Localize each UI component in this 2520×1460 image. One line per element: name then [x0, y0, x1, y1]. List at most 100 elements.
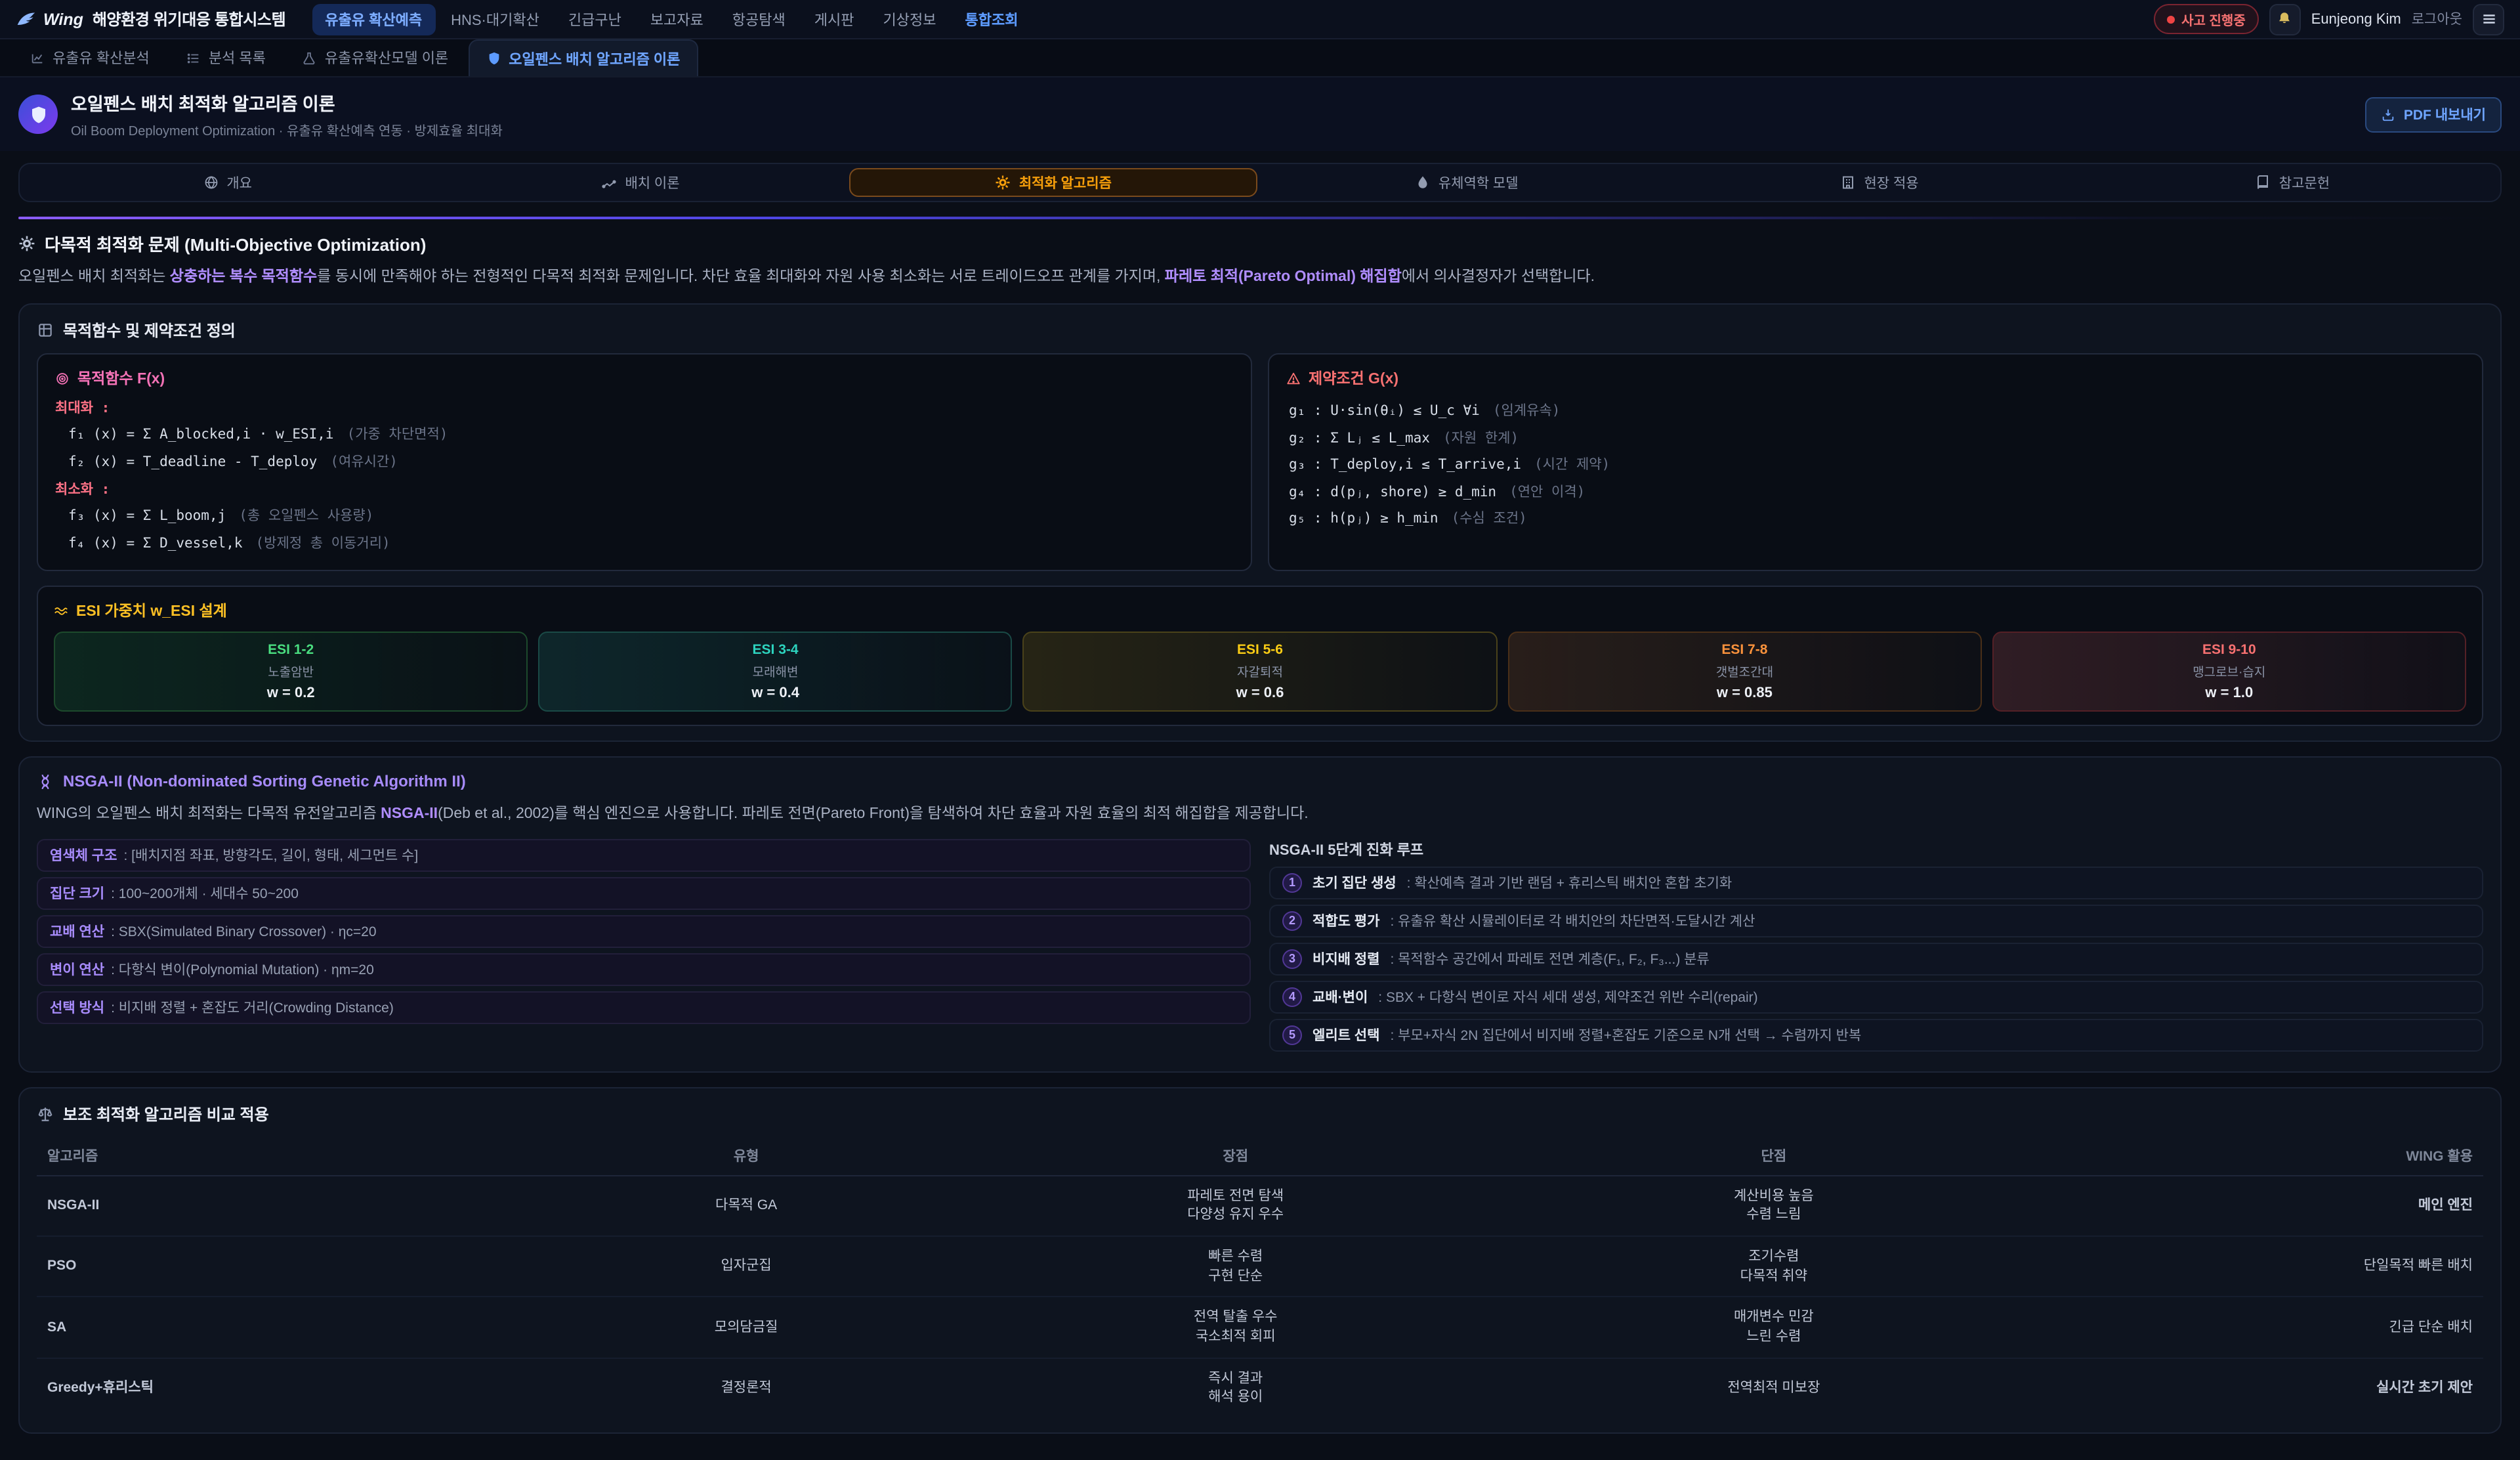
shield-icon	[28, 104, 48, 124]
cell-algorithm: NSGA-II	[37, 1175, 526, 1236]
section-tab-label: 현장 적용	[1864, 173, 1918, 192]
param-value: : SBX(Simulated Binary Crossover) · ηc=2…	[111, 924, 376, 939]
step-number-badge: 4	[1282, 987, 1302, 1006]
globe-icon	[203, 175, 219, 190]
app-logo[interactable]: Wing 해양환경 위기대응 통합시스템	[16, 8, 285, 30]
esi-range: ESI 1-2	[63, 643, 518, 658]
cell-cons: 계산비용 높음 수렴 느림	[1505, 1175, 2043, 1236]
building-icon	[1840, 175, 1856, 190]
chart-icon	[30, 51, 45, 65]
step-label: 적합도 평가	[1312, 911, 1379, 930]
pdf-button-label: PDF 내보내기	[2404, 104, 2486, 124]
esi-title-text: ESI 가중치 w_ESI 설계	[76, 601, 227, 622]
tab-spill-analysis[interactable]: 유출유 확산분석	[13, 39, 167, 76]
card-title-text: NSGA-II (Non-dominated Sorting Genetic A…	[63, 773, 466, 791]
esi-range: ESI 7-8	[1517, 643, 1972, 658]
algorithm-comparison-card: 보조 최적화 알고리즘 비교 적용 알고리즘 유형 장점 단점 WING 활용 …	[18, 1086, 2502, 1434]
nav-item-integrated-view[interactable]: 통합조회	[952, 3, 1031, 35]
esi-grid: ESI 1-2 노출암반 w = 0.2 ESI 3-4 모래해변 w = 0.…	[54, 632, 2466, 712]
wing-logo-icon	[16, 9, 37, 30]
page-subtitle: Oil Boom Deployment Optimization · 유출유 확…	[71, 119, 503, 139]
esi-cell: ESI 1-2 노출암반 w = 0.2	[54, 632, 528, 712]
section-tab-hydrodynamics[interactable]: 유체역학 모델	[1263, 168, 1670, 197]
cell-wing-usage: 단일목적 빠른 배치	[2043, 1236, 2483, 1297]
column-header-cons: 단점	[1505, 1136, 2043, 1175]
nsga-intro-text: WING의 오일펜스 배치 최적화는 다목적 유전알고리즘	[37, 807, 381, 823]
nav-item-weather[interactable]: 기상정보	[870, 3, 950, 35]
nav-item-emergency-rescue[interactable]: 긴급구난	[555, 3, 635, 35]
nav-item-board[interactable]: 게시판	[801, 3, 868, 35]
scale-icon	[37, 1105, 54, 1122]
top-navigation: Wing 해양환경 위기대응 통합시스템 유출유 확산예측 HNS·대기확산 긴…	[0, 0, 2520, 39]
loop-title: NSGA-II 5단계 진화 루프	[1269, 838, 2483, 859]
formula-note: (수심 조건)	[1452, 511, 1527, 527]
list-icon	[186, 51, 201, 65]
objective-formulas: 최대화 : f₁ (x) = Σ A_blocked,i · w_ESI,i(가…	[55, 398, 1234, 557]
esi-name: 모래해변	[547, 662, 1003, 681]
gradient-divider	[18, 217, 2502, 219]
esi-name: 자갈퇴적	[1032, 662, 1488, 681]
cell-type: 입자군집	[526, 1236, 967, 1297]
bell-icon	[2277, 11, 2294, 28]
tab-boom-algorithm-theory[interactable]: 오일펜스 배치 알고리즘 이론	[468, 39, 698, 76]
step-number-badge: 2	[1282, 911, 1302, 930]
incident-status-badge[interactable]: 사고 진행중	[2154, 4, 2259, 34]
esi-cell: ESI 7-8 갯벌조간대 w = 0.85	[1507, 632, 1981, 712]
logout-button[interactable]: 로그아웃	[2412, 9, 2462, 29]
section-tab-overview[interactable]: 개요	[24, 168, 431, 197]
section-heading: 다목적 최적화 문제 (Multi-Objective Optimization…	[18, 231, 2502, 256]
menu-button[interactable]	[2473, 3, 2504, 35]
section-heading-text: 다목적 최적화 문제 (Multi-Objective Optimization…	[45, 231, 426, 256]
card-title: 목적함수 및 제약조건 정의	[37, 320, 2483, 342]
constraint-formulas: g₁ : U·sin(θᵢ) ≤ U_c ∀i(임계유속) g₂ : Σ Lⱼ …	[1286, 398, 2465, 533]
minimize-label: 최소화 :	[55, 480, 1234, 500]
cell-wing-usage: 메인 엔진	[2043, 1175, 2483, 1236]
tab-analysis-list[interactable]: 분석 목록	[169, 39, 283, 76]
step-number-badge: 3	[1282, 949, 1302, 968]
table-row: NSGA-II 다목적 GA 파레토 전면 탐색 다양성 유지 우수 계산비용 …	[37, 1175, 2483, 1236]
formula: g₁ : U·sin(θᵢ) ≤ U_c ∀i	[1289, 404, 1480, 419]
intro-highlight: 파레토 최적(Pareto Optimal) 해집합	[1165, 269, 1402, 285]
comparison-table: 알고리즘 유형 장점 단점 WING 활용 NSGA-II 다목적 GA 파레토…	[37, 1136, 2483, 1418]
cell-type: 모의담금질	[526, 1297, 967, 1358]
section-tab-optimization-algorithm[interactable]: 최적화 알고리즘	[850, 168, 1257, 197]
panel-title: 제약조건 G(x)	[1286, 368, 2465, 389]
nsga-intro-highlight: NSGA-II	[381, 807, 438, 823]
formula: f₃ (x) = Σ L_boom,j	[68, 509, 226, 525]
esi-cell: ESI 5-6 자갈퇴적 w = 0.6	[1023, 632, 1497, 712]
app-title: 해양환경 위기대응 통합시스템	[93, 8, 285, 30]
notifications-button[interactable]	[2269, 3, 2301, 35]
intro-text: 에서 의사결정자가 선택합니다.	[1402, 269, 1595, 285]
formula: f₄ (x) = Σ D_vessel,k	[68, 536, 243, 551]
section-tab-deployment-theory[interactable]: 배치 이론	[436, 168, 844, 197]
param-label: 선택 방식	[50, 997, 104, 1017]
formula-note: (여유시간)	[330, 454, 398, 470]
section-tab-label: 유체역학 모델	[1438, 173, 1519, 192]
formula-line: g₃ : T_deploy,i ≤ T_arrive,i(시간 제약)	[1286, 452, 2465, 479]
droplet-icon	[1415, 175, 1431, 190]
nav-item-reports[interactable]: 보고자료	[637, 3, 717, 35]
pdf-export-button[interactable]: PDF 내보내기	[2366, 97, 2502, 132]
nav-item-hns-diffusion[interactable]: HNS·대기확산	[438, 3, 553, 35]
section-tab-field-application[interactable]: 현장 적용	[1675, 168, 2083, 197]
section-tab-references[interactable]: 참고문헌	[2089, 168, 2496, 197]
cell-pros: 전역 탈출 우수 국소최적 회피	[967, 1297, 1505, 1358]
section-tab-label: 최적화 알고리즘	[1019, 173, 1112, 192]
user-name: Eunjeong Kim	[2311, 11, 2401, 27]
nav-item-spill-prediction[interactable]: 유출유 확산예측	[312, 3, 435, 35]
tab-spill-model-theory[interactable]: 유출유확산모델 이론	[285, 39, 465, 76]
objective-function-panel: 목적함수 F(x) 최대화 : f₁ (x) = Σ A_blocked,i ·…	[37, 354, 1252, 572]
target-icon	[55, 372, 70, 386]
cell-pros: 파레토 전면 탐색 다양성 유지 우수	[967, 1175, 1505, 1236]
cell-algorithm: SA	[37, 1297, 526, 1358]
formula-note: (연안 이격)	[1509, 484, 1585, 500]
card-title-text: 보조 최적화 알고리즘 비교 적용	[63, 1102, 269, 1125]
step-description: : 유출유 확산 시뮬레이터로 각 배치안의 차단면적·도달시간 계산	[1390, 911, 1755, 930]
nav-item-aerial-search[interactable]: 항공탐색	[719, 3, 799, 35]
formula: g₅ : h(pⱼ) ≥ h_min	[1289, 511, 1438, 527]
formula: f₁ (x) = Σ A_blocked,i · w_ESI,i	[68, 427, 334, 443]
step-description: : 부모+자식 2N 집단에서 비지배 정렬+혼잡도 기준으로 N개 선택 → …	[1390, 1025, 1861, 1044]
cell-type: 다목적 GA	[526, 1175, 967, 1236]
param-label: 교배 연산	[50, 921, 104, 941]
param-label: 염색체 구조	[50, 845, 117, 865]
